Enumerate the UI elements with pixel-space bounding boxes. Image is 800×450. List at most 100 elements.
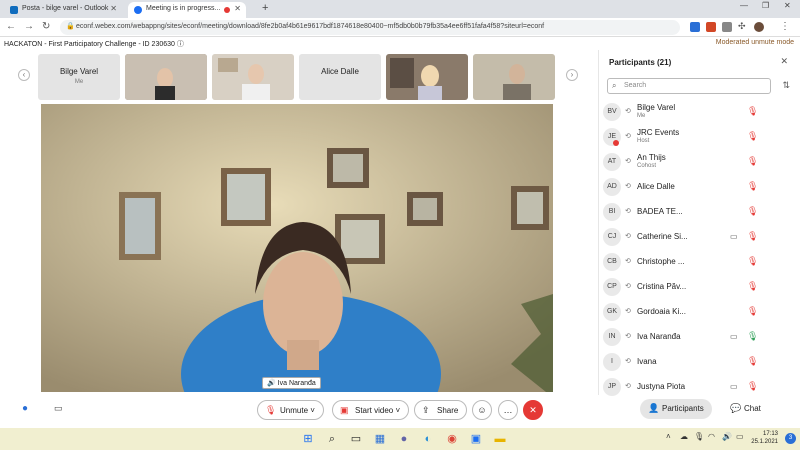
- mic-muted-icon[interactable]: 🎙: [747, 381, 758, 392]
- battery-icon[interactable]: ▭: [736, 432, 744, 441]
- menu-icon[interactable]: ⋮: [780, 21, 790, 32]
- participant-row[interactable]: JP ⟲ Justyna Piota ▭ 🎙: [599, 375, 800, 399]
- chevron-down-icon[interactable]: ˅: [395, 406, 400, 415]
- mic-muted-icon[interactable]: 🎙: [747, 181, 758, 192]
- reload-icon[interactable]: ↻: [42, 21, 50, 32]
- sort-icon[interactable]: ⇅: [782, 80, 790, 91]
- participant-row[interactable]: AT ⟲ An Thijs Cohost 🎙: [599, 150, 800, 174]
- extension-icon[interactable]: [722, 22, 732, 32]
- file-explorer-icon[interactable]: ▬: [492, 431, 508, 447]
- close-panel-button[interactable]: ✕: [780, 56, 788, 67]
- mic-muted-icon[interactable]: 🎙: [747, 306, 758, 317]
- close-icon[interactable]: ✕: [234, 4, 241, 13]
- mic-muted-icon[interactable]: 🎙: [747, 231, 758, 242]
- connection-icon: ⟲: [625, 133, 631, 140]
- taskbar-clock[interactable]: 17:13 25.1.2021: [751, 430, 778, 446]
- widgets-icon[interactable]: ▦: [372, 431, 388, 447]
- participant-role: Cohost: [637, 163, 657, 169]
- outlook-icon[interactable]: ▣: [468, 431, 484, 447]
- prev-thumbnails-button[interactable]: ‹: [18, 69, 30, 81]
- thumbnail-tile[interactable]: Bilge Varel Me: [38, 54, 120, 100]
- mic-icon[interactable]: 🎙: [694, 432, 704, 441]
- mic-muted-icon[interactable]: 🎙: [747, 206, 758, 217]
- thumbnail-video-tile[interactable]: [125, 54, 207, 100]
- mic-muted-icon[interactable]: 🎙: [747, 156, 758, 167]
- windows-start-icon[interactable]: ⊞: [300, 431, 316, 447]
- edge-icon[interactable]: ◐: [420, 431, 436, 447]
- extension-icon[interactable]: [706, 22, 716, 32]
- wifi-icon[interactable]: ◠: [708, 432, 715, 441]
- more-options-button[interactable]: …: [498, 400, 518, 420]
- participant-search-input[interactable]: ⌕ Search: [607, 78, 771, 94]
- notification-badge[interactable]: 3: [785, 433, 796, 444]
- camera-icon: ▭: [730, 232, 738, 241]
- start-video-button[interactable]: ▣ Start video ˅: [332, 400, 410, 420]
- url-text: econf.webex.com/webappng/sites/econf/mee…: [76, 23, 545, 30]
- back-icon[interactable]: ←: [6, 21, 16, 32]
- participant-video: [125, 54, 207, 100]
- volume-icon[interactable]: 🔊: [722, 432, 732, 441]
- thumbnail-video-tile[interactable]: [386, 54, 468, 100]
- thumbnail-video-tile[interactable]: [473, 54, 555, 100]
- participant-row[interactable]: JE ⟲ JRC Events Host 🎙: [599, 125, 800, 149]
- close-icon[interactable]: ✕: [110, 4, 117, 13]
- mic-muted-icon[interactable]: 🎙: [747, 356, 758, 367]
- extension-icon[interactable]: [690, 22, 700, 32]
- unmute-button[interactable]: 🎙 Unmute ˅: [257, 400, 324, 420]
- mic-muted-icon[interactable]: 🎙: [747, 131, 758, 142]
- participant-row[interactable]: BI ⟲ BADEA TE... 🎙: [599, 200, 800, 224]
- chrome-icon[interactable]: ◉: [444, 431, 460, 447]
- next-thumbnails-button[interactable]: ›: [566, 69, 578, 81]
- maximize-button[interactable]: ❐: [762, 1, 769, 10]
- audio-icon: 🔊: [267, 380, 278, 387]
- info-icon[interactable]: ⓘ: [177, 41, 184, 48]
- speaker-name: Iva Naranđa: [277, 380, 316, 387]
- participant-video: [473, 54, 555, 100]
- camera-off-icon: ▣: [340, 405, 349, 415]
- participant-row[interactable]: CP ⟲ Cristina Păv... 🎙: [599, 275, 800, 299]
- participant-name: BADEA TE...: [637, 207, 683, 216]
- share-button[interactable]: ⇪ Share: [414, 400, 468, 420]
- panel-title: Participants (21): [609, 58, 672, 67]
- forward-icon[interactable]: →: [24, 21, 34, 32]
- participant-row[interactable]: AD ⟲ Alice Dalle 🎙: [599, 175, 800, 199]
- participant-name: Justyna Piota: [637, 382, 686, 391]
- clock-date: 25.1.2021: [751, 439, 778, 445]
- avatar: CJ: [603, 228, 621, 246]
- tab-participants[interactable]: 👤 Participants: [640, 399, 712, 419]
- cloud-icon[interactable]: ☁: [680, 432, 688, 441]
- thumbnail-tile[interactable]: Alice Dalle: [299, 54, 381, 100]
- participant-row[interactable]: CJ ⟲ Catherine Si... ▭ 🎙: [599, 225, 800, 249]
- participant-name: Gordoaia Ki...: [637, 307, 686, 316]
- chevron-down-icon[interactable]: ˅: [310, 406, 315, 415]
- window-close-button[interactable]: ✕: [784, 1, 791, 10]
- task-view-icon[interactable]: ▭: [348, 431, 364, 447]
- browser-tab-webex[interactable]: Meeting is in progress... ✕: [128, 2, 246, 18]
- mic-on-icon[interactable]: 🎙: [747, 331, 758, 342]
- chevron-up-icon[interactable]: ˄: [666, 432, 671, 441]
- url-field[interactable]: 🔒 econf.webex.com/webappng/sites/econf/m…: [60, 20, 680, 35]
- participant-name: Bilge Varel: [637, 103, 676, 112]
- mic-muted-icon[interactable]: 🎙: [747, 281, 758, 292]
- lock-icon: 🔒: [66, 23, 75, 30]
- minimize-button[interactable]: —: [740, 1, 748, 10]
- browser-tab-outlook[interactable]: Posta - bilge varel - Outlook ✕: [4, 2, 122, 18]
- reactions-button[interactable]: ☺: [472, 400, 492, 420]
- thumbnail-video-tile[interactable]: [212, 54, 294, 100]
- puzzle-icon[interactable]: ✣: [738, 21, 746, 32]
- new-tab-button[interactable]: +: [262, 2, 268, 14]
- mic-muted-icon[interactable]: 🎙: [747, 256, 758, 267]
- profile-avatar[interactable]: [754, 22, 764, 32]
- participant-row[interactable]: BV ⟲ Bilge Varel Me 🎙: [599, 100, 800, 124]
- search-icon[interactable]: ⌕: [324, 431, 340, 447]
- tab-chat[interactable]: 💬 Chat: [722, 399, 769, 419]
- teams-icon[interactable]: ●: [396, 431, 412, 447]
- participant-name: Cristina Păv...: [637, 282, 687, 291]
- participant-row[interactable]: CB ⟲ Christophe ... 🎙: [599, 250, 800, 274]
- participant-row[interactable]: IN ⟲ Iva Naranđa ▭ 🎙: [599, 325, 800, 349]
- participant-row[interactable]: I ⟲ Ivana 🎙: [599, 350, 800, 374]
- mic-muted-icon[interactable]: 🎙: [747, 106, 758, 117]
- participant-row[interactable]: GK ⟲ Gordoaia Ki... 🎙: [599, 300, 800, 324]
- leave-meeting-button[interactable]: ✕: [523, 400, 543, 420]
- tab-participants-label: Participants: [662, 404, 704, 413]
